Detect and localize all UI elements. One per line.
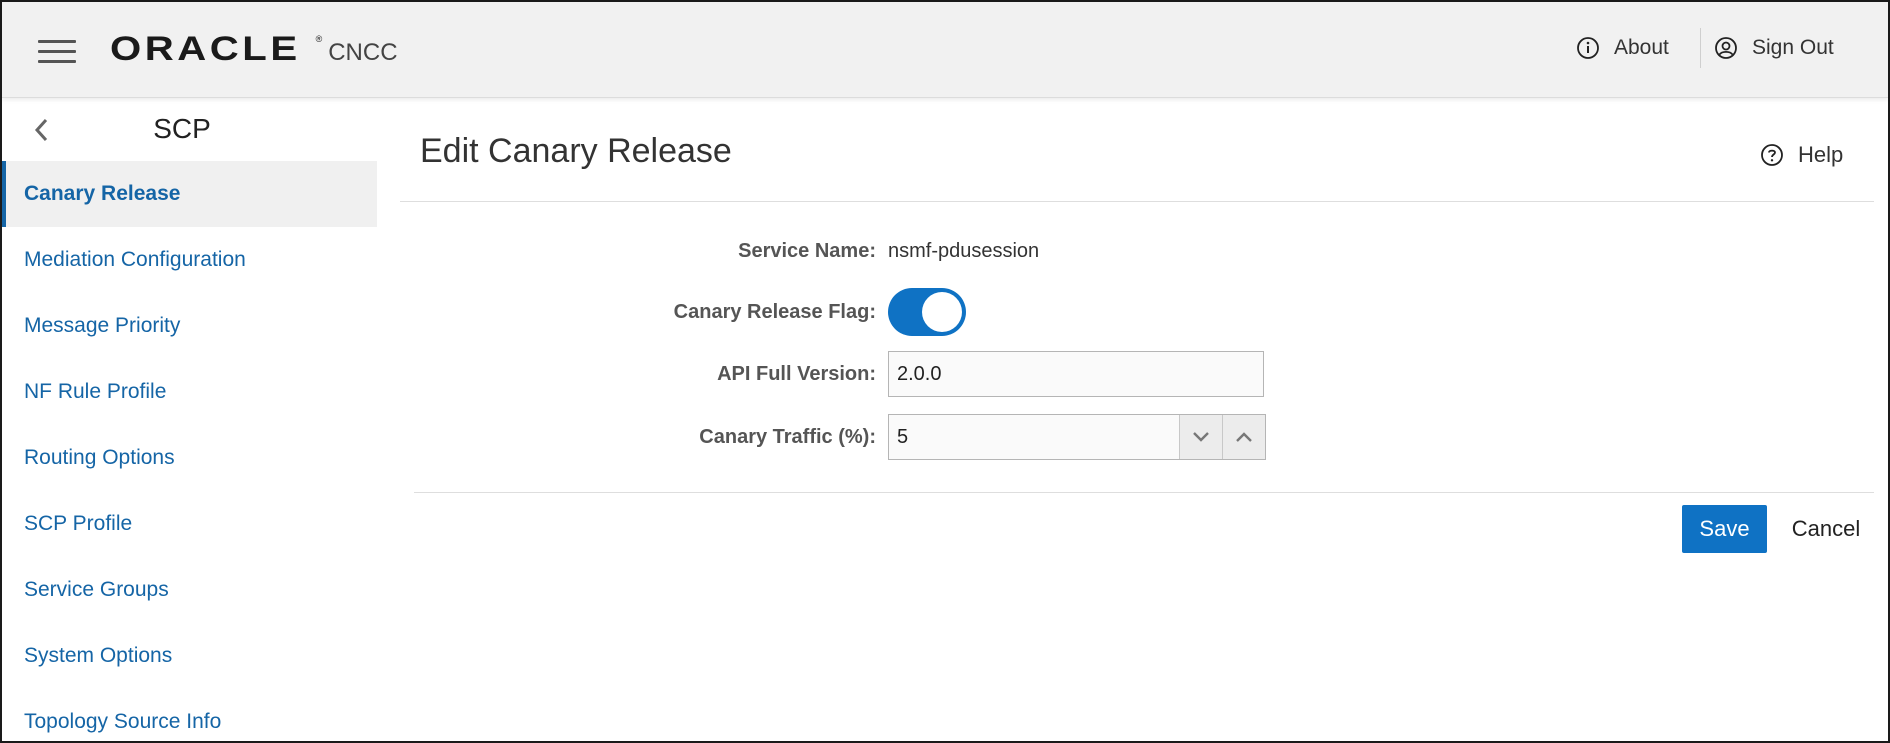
help-button[interactable]: Help [1760,142,1843,168]
app-header: ORACLE ® CNCC About Sign Out [2,2,1888,98]
cancel-button[interactable]: Cancel [1786,505,1866,553]
canary-release-toggle[interactable] [888,288,966,336]
hamburger-menu-icon[interactable] [38,40,76,64]
canary-flag-label: Canary Release Flag: [673,300,876,323]
help-icon [1761,144,1783,166]
sidebar-item-canary-release[interactable]: Canary Release [2,161,377,227]
brand-logo-text: ORACLE [110,30,301,68]
canary-flag-row: Canary Release Flag: [488,288,966,336]
sidebar-item-scp-profile[interactable]: SCP Profile [2,491,377,557]
toggle-knob [922,292,962,332]
chevron-up-icon [1236,432,1252,442]
sidebar: SCP Canary Release Mediation Configurati… [2,99,377,741]
app-window: ORACLE ® CNCC About Sign Out SCP Canary … [0,0,1890,743]
about-button[interactable]: About [1576,36,1669,60]
registered-mark: ® [315,34,323,44]
form-divider [414,492,1874,493]
sidebar-item-service-groups[interactable]: Service Groups [2,557,377,623]
sidebar-item-mediation-configuration[interactable]: Mediation Configuration [2,227,377,293]
sidebar-item-routing-options[interactable]: Routing Options [2,425,377,491]
sidebar-item-system-options[interactable]: System Options [2,623,377,689]
decrement-button[interactable] [1179,415,1222,459]
save-button[interactable]: Save [1682,505,1767,553]
info-icon [1577,37,1599,59]
increment-button[interactable] [1222,415,1265,459]
sidebar-item-message-priority[interactable]: Message Priority [2,293,377,359]
chevron-down-icon [1193,432,1209,442]
api-version-row: API Full Version: [488,351,1264,397]
canary-traffic-input[interactable] [889,415,1179,459]
service-name-value: nsmf-pdusession [888,239,1040,262]
sign-out-label: Sign Out [1752,36,1834,59]
sidebar-item-nf-rule-profile[interactable]: NF Rule Profile [2,359,377,425]
user-circle-icon [1715,37,1737,59]
sidebar-item-topology-source-info[interactable]: Topology Source Info [2,689,377,741]
canary-traffic-stepper [888,414,1266,460]
service-name-label: Service Name: [738,239,876,262]
canary-traffic-row: Canary Traffic (%): [488,414,1266,460]
service-name-row: Service Name: nsmf-pdusession [488,236,1039,266]
page-title: Edit Canary Release [420,132,732,170]
sidebar-title: SCP [153,113,211,144]
header-divider [1700,28,1701,68]
api-version-label: API Full Version: [717,362,876,385]
sidebar-nav: Canary Release Mediation Configuration M… [2,161,377,741]
product-name: CNCC [328,39,398,66]
api-version-input[interactable] [888,351,1264,397]
about-label: About [1614,36,1669,59]
sign-out-button[interactable]: Sign Out [1714,36,1834,60]
oracle-cncc-logo: ORACLE ® CNCC [110,30,398,70]
help-label: Help [1798,142,1844,167]
title-divider [400,201,1874,202]
canary-traffic-label: Canary Traffic (%): [699,425,876,448]
